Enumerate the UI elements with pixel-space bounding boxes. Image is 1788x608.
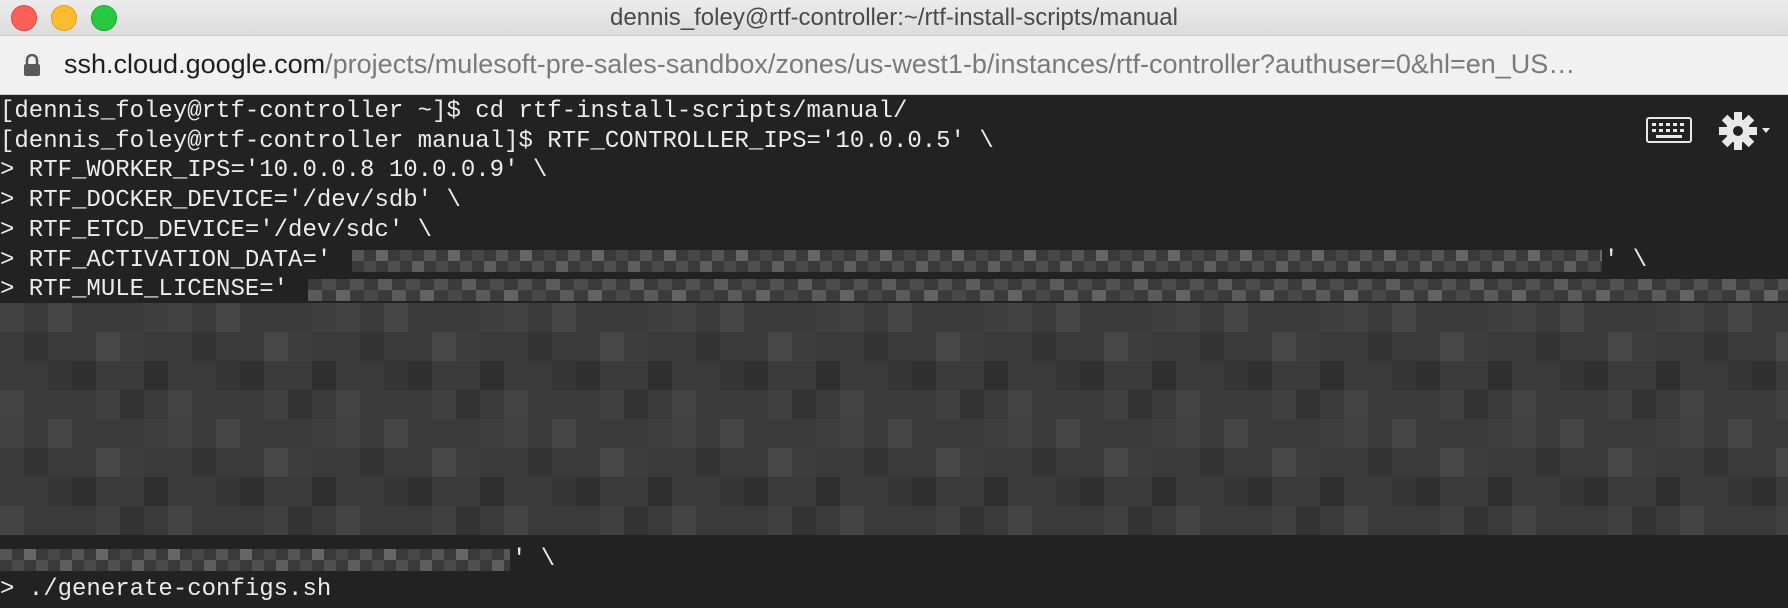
terminal-line: > RTF_ACTIVATION_DATA=' — [0, 247, 332, 274]
redacted-mule-license — [308, 279, 1788, 301]
terminal-line: ' \ — [1604, 247, 1648, 274]
terminal-line: > RTF_ETCD_DEVICE='/dev/sdc' \ — [0, 217, 433, 244]
pixelation-pattern — [308, 279, 1788, 301]
terminal-line: > RTF_WORKER_IPS='10.0.0.8 10.0.0.9' \ — [0, 157, 548, 184]
terminal-line: > ./generate-configs.sh — [0, 576, 332, 603]
pixelation-pattern — [352, 250, 1602, 272]
keyboard-icon[interactable] — [1646, 117, 1692, 143]
redacted-activation-data — [352, 250, 1602, 272]
terminal-line: [dennis_foley@rtf-controller ~]$ cd rtf-… — [0, 98, 908, 125]
url-path: /projects/mulesoft-pre-sales-sandbox/zon… — [325, 49, 1576, 79]
window-title: dennis_foley@rtf-controller:~/rtf-instal… — [610, 4, 1178, 31]
url-host: ssh.cloud.google.com — [64, 49, 326, 79]
url-text[interactable]: ssh.cloud.google.com/projects/mulesoft-p… — [64, 49, 1754, 80]
redacted-license-tail — [0, 549, 510, 571]
window-titlebar: dennis_foley@rtf-controller:~/rtf-instal… — [0, 0, 1788, 36]
terminal-line: > RTF_MULE_LICENSE=' — [0, 276, 289, 303]
terminal-line: [dennis_foley@rtf-controller manual]$ RT… — [0, 128, 994, 155]
address-bar[interactable]: ssh.cloud.google.com/projects/mulesoft-p… — [0, 36, 1788, 95]
pixelation-pattern — [0, 303, 1788, 535]
chevron-down-icon — [1762, 128, 1770, 133]
lock-icon — [24, 54, 40, 76]
terminal-screen[interactable]: [dennis_foley@rtf-controller ~]$ cd rtf-… — [0, 95, 1788, 608]
terminal-line: > RTF_DOCKER_DEVICE='/dev/sdb' \ — [0, 187, 461, 214]
redacted-license-block — [0, 303, 1788, 535]
terminal-line: ' \ — [512, 546, 556, 573]
pixelation-pattern — [0, 549, 510, 571]
gear-icon[interactable] — [1718, 111, 1776, 151]
